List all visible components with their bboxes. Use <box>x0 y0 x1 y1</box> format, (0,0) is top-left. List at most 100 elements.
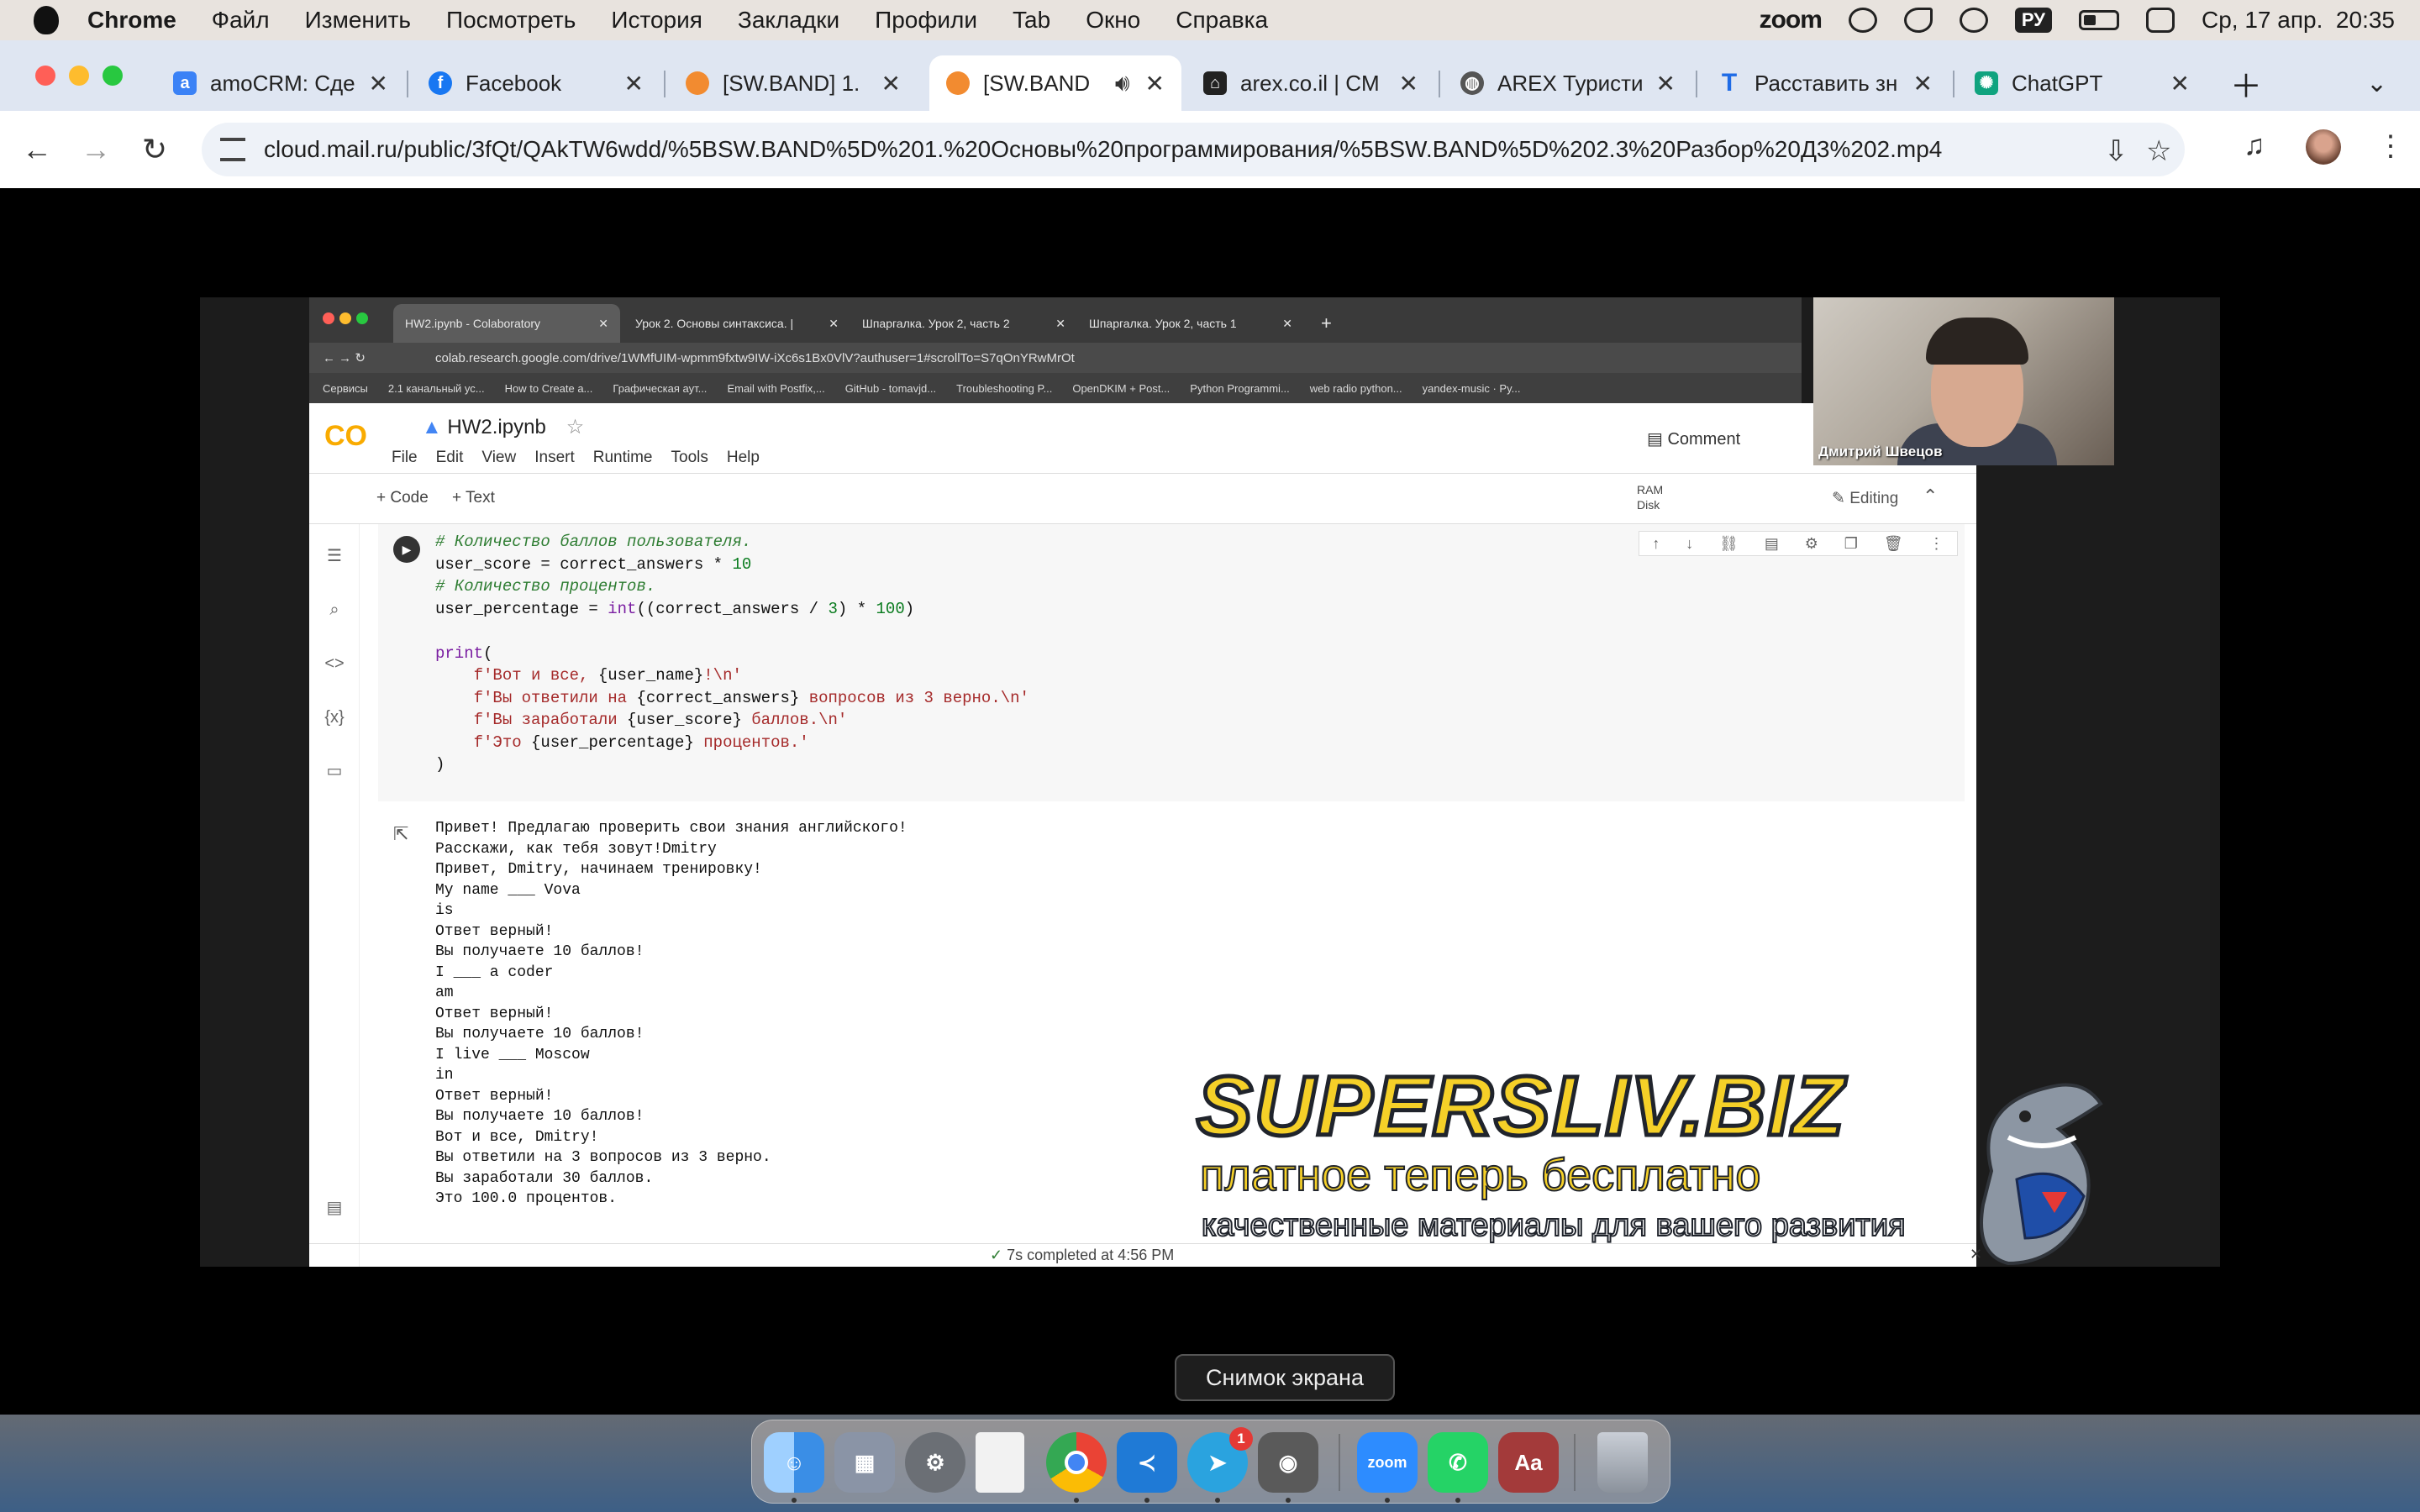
video-bookmark: OpenDKIM + Post... <box>1072 381 1171 395</box>
notebook-menu-item: Tools <box>671 449 708 466</box>
screenshot-icon[interactable]: ◉ <box>1258 1432 1318 1493</box>
video-tab: Урок 2. Основы синтаксиса. | ✕ <box>623 304 850 343</box>
trash-icon[interactable] <box>1597 1432 1648 1493</box>
address-bar[interactable]: cloud.mail.ru/public/3fQt/QAkTW6wdd/%5BS… <box>202 123 2185 176</box>
cell-output: Привет! Предлагаю проверить свои знания … <box>435 820 908 1207</box>
zoom-window-button[interactable] <box>103 66 123 86</box>
reload-icon[interactable]: ↻ <box>131 126 178 173</box>
creative-cloud-icon[interactable] <box>1848 8 1877 33</box>
moon-icon[interactable] <box>1903 8 1933 33</box>
dictionary-icon[interactable]: Aa <box>1498 1432 1559 1493</box>
close-tab-icon[interactable]: ✕ <box>2170 70 2190 97</box>
close-tab-icon[interactable]: ✕ <box>624 70 644 97</box>
close-tab-icon[interactable]: ✕ <box>1145 70 1165 97</box>
zoom-status-icon[interactable]: zoom <box>1760 6 1823 34</box>
menu-profiles[interactable]: Профили <box>875 7 977 34</box>
tab-title: [SW.BAND <box>983 70 1091 96</box>
add-code-button: + Code <box>376 489 429 507</box>
webcam-overlay: Дмитрий Швецов <box>1813 297 2114 465</box>
system-settings-icon[interactable]: ⚙ <box>905 1432 965 1493</box>
whatsapp-icon[interactable]: ✆ <box>1428 1432 1488 1493</box>
close-tab-icon[interactable]: ✕ <box>1656 70 1676 97</box>
browser-tab[interactable]: f Facebook ✕ <box>412 55 660 111</box>
media-controls-icon[interactable]: ♫ <box>2244 129 2265 162</box>
close-tab-icon[interactable]: ✕ <box>1913 70 1933 97</box>
menu-tab[interactable]: Tab <box>1013 7 1050 34</box>
install-app-icon[interactable]: ⇩ <box>2104 134 2128 168</box>
back-arrow-icon[interactable]: ← <box>13 126 60 173</box>
more-menu-icon[interactable]: ⋮ <box>2376 129 2405 163</box>
browser-tab[interactable]: a amoCRM: Сде ✕ <box>156 55 405 111</box>
video-address-bar: ← → ↻ colab.research.google.com/drive/1W… <box>309 343 1802 373</box>
telegram-icon[interactable]: ➤ 1 <box>1187 1427 1253 1493</box>
menu-view[interactable]: Посмотреть <box>446 7 576 34</box>
tab-search-chevron-icon[interactable]: ⌄ <box>2356 55 2407 111</box>
menu-app-name[interactable]: Chrome <box>87 7 176 34</box>
control-center-icon[interactable] <box>2146 8 2175 33</box>
forward-arrow-icon[interactable]: → <box>72 126 119 173</box>
bookmark-star-icon[interactable]: ☆ <box>2146 134 2171 168</box>
menu-help[interactable]: Справка <box>1176 7 1268 34</box>
video-url: colab.research.google.com/drive/1WMfUIM-… <box>435 350 1075 365</box>
browser-tab[interactable]: [SW.BAND] 1. ✕ <box>669 55 918 111</box>
tab-title: ChatGPT <box>2012 70 2103 96</box>
file-icon[interactable] <box>976 1432 1024 1493</box>
chrome-icon[interactable] <box>1046 1432 1107 1493</box>
battery-icon[interactable] <box>2079 10 2119 30</box>
toc-icon: ☰ <box>327 547 342 565</box>
menu-bookmarks[interactable]: Закладки <box>738 7 839 34</box>
browser-toolbar: ← → ↻ cloud.mail.ru/public/3fQt/QAkTW6wd… <box>0 111 2420 188</box>
running-indicator <box>1455 1498 1460 1503</box>
notebook-menu-item: File <box>392 449 418 466</box>
menu-file[interactable]: Файл <box>212 7 270 34</box>
video-bookmark: Графическая аут... <box>613 381 708 395</box>
browser-tab-active[interactable]: [SW.BAND 🔊︎ ✕ <box>929 55 1181 111</box>
colab-logo-icon: CO <box>324 420 367 452</box>
status-time: 7s <box>1007 1247 1023 1263</box>
close-tab-icon[interactable]: ✕ <box>881 70 901 97</box>
menubar-datetime[interactable]: Ср, 17 апр. 20:35 <box>2202 7 2395 34</box>
watermark-logo: SUPERSLIV.BIZ <box>1194 1058 1846 1156</box>
apple-menu-icon[interactable] <box>34 6 59 34</box>
video-close-dot-icon <box>323 312 334 324</box>
video-viewer[interactable]: HW2.ipynb - Colaboratory ✕ Урок 2. Основы… <box>0 188 2420 1415</box>
notebook-menu-item: View <box>481 449 517 466</box>
browser-tab[interactable]: ✺ ChatGPT ✕ <box>1958 55 2207 111</box>
tab-divider <box>1953 71 1954 97</box>
close-tab-icon[interactable]: ✕ <box>1399 70 1418 97</box>
browser-tab[interactable]: ⌂ arex.co.il | CM ✕ <box>1186 55 1435 111</box>
check-icon: ✓ <box>990 1247 1007 1263</box>
video-tab-title: HW2.ipynb - Colaboratory <box>405 317 541 330</box>
play-circle-icon[interactable] <box>1959 8 1988 33</box>
close-tab-icon[interactable]: ✕ <box>369 70 388 97</box>
text-t-icon: T <box>1721 69 1738 97</box>
finder-icon[interactable]: ☺ <box>764 1432 824 1493</box>
delete-icon: 🗑︎ <box>1883 534 1903 552</box>
profile-avatar[interactable] <box>2306 129 2341 165</box>
comment-label: Comment <box>1667 430 1741 449</box>
video-tab-title: Шпаргалка. Урок 2, часть 2 <box>862 317 1010 330</box>
speaker-icon[interactable]: 🔊︎ <box>1115 70 1130 97</box>
video-bookmarks-bar: Сервисы 2.1 канальный ус... How to Creat… <box>309 373 1802 403</box>
minimize-window-button[interactable] <box>69 66 89 86</box>
close-window-button[interactable] <box>35 66 55 86</box>
dock-divider <box>1574 1434 1576 1491</box>
menu-history[interactable]: История <box>611 7 702 34</box>
zoom-icon[interactable]: zoom <box>1357 1432 1418 1493</box>
new-tab-button[interactable]: ＋ <box>2222 55 2272 111</box>
cloud-mail-icon <box>946 71 970 95</box>
search-icon: ⌕ <box>329 601 339 619</box>
browser-tab[interactable]: ◍ AREX Туристи ✕ <box>1444 55 1692 111</box>
menu-window[interactable]: Окно <box>1086 7 1140 34</box>
running-indicator <box>1215 1498 1220 1503</box>
tab-title: Facebook <box>466 70 562 96</box>
menu-edit[interactable]: Изменить <box>305 7 411 34</box>
watermark-tagline: качественные материалы для вашего развит… <box>1201 1207 1907 1244</box>
vscode-icon[interactable]: ≺ <box>1117 1432 1177 1493</box>
launchpad-icon[interactable]: ▦ <box>834 1432 895 1493</box>
input-language-indicator[interactable]: РУ <box>2014 8 2052 33</box>
site-settings-icon[interactable] <box>220 138 245 161</box>
code-cell: ▶ # Количество баллов пользователя. user… <box>378 524 1965 801</box>
browser-tab[interactable]: T Расставить зн ✕ <box>1701 55 1949 111</box>
tab-title: [SW.BAND] 1. <box>723 70 860 96</box>
